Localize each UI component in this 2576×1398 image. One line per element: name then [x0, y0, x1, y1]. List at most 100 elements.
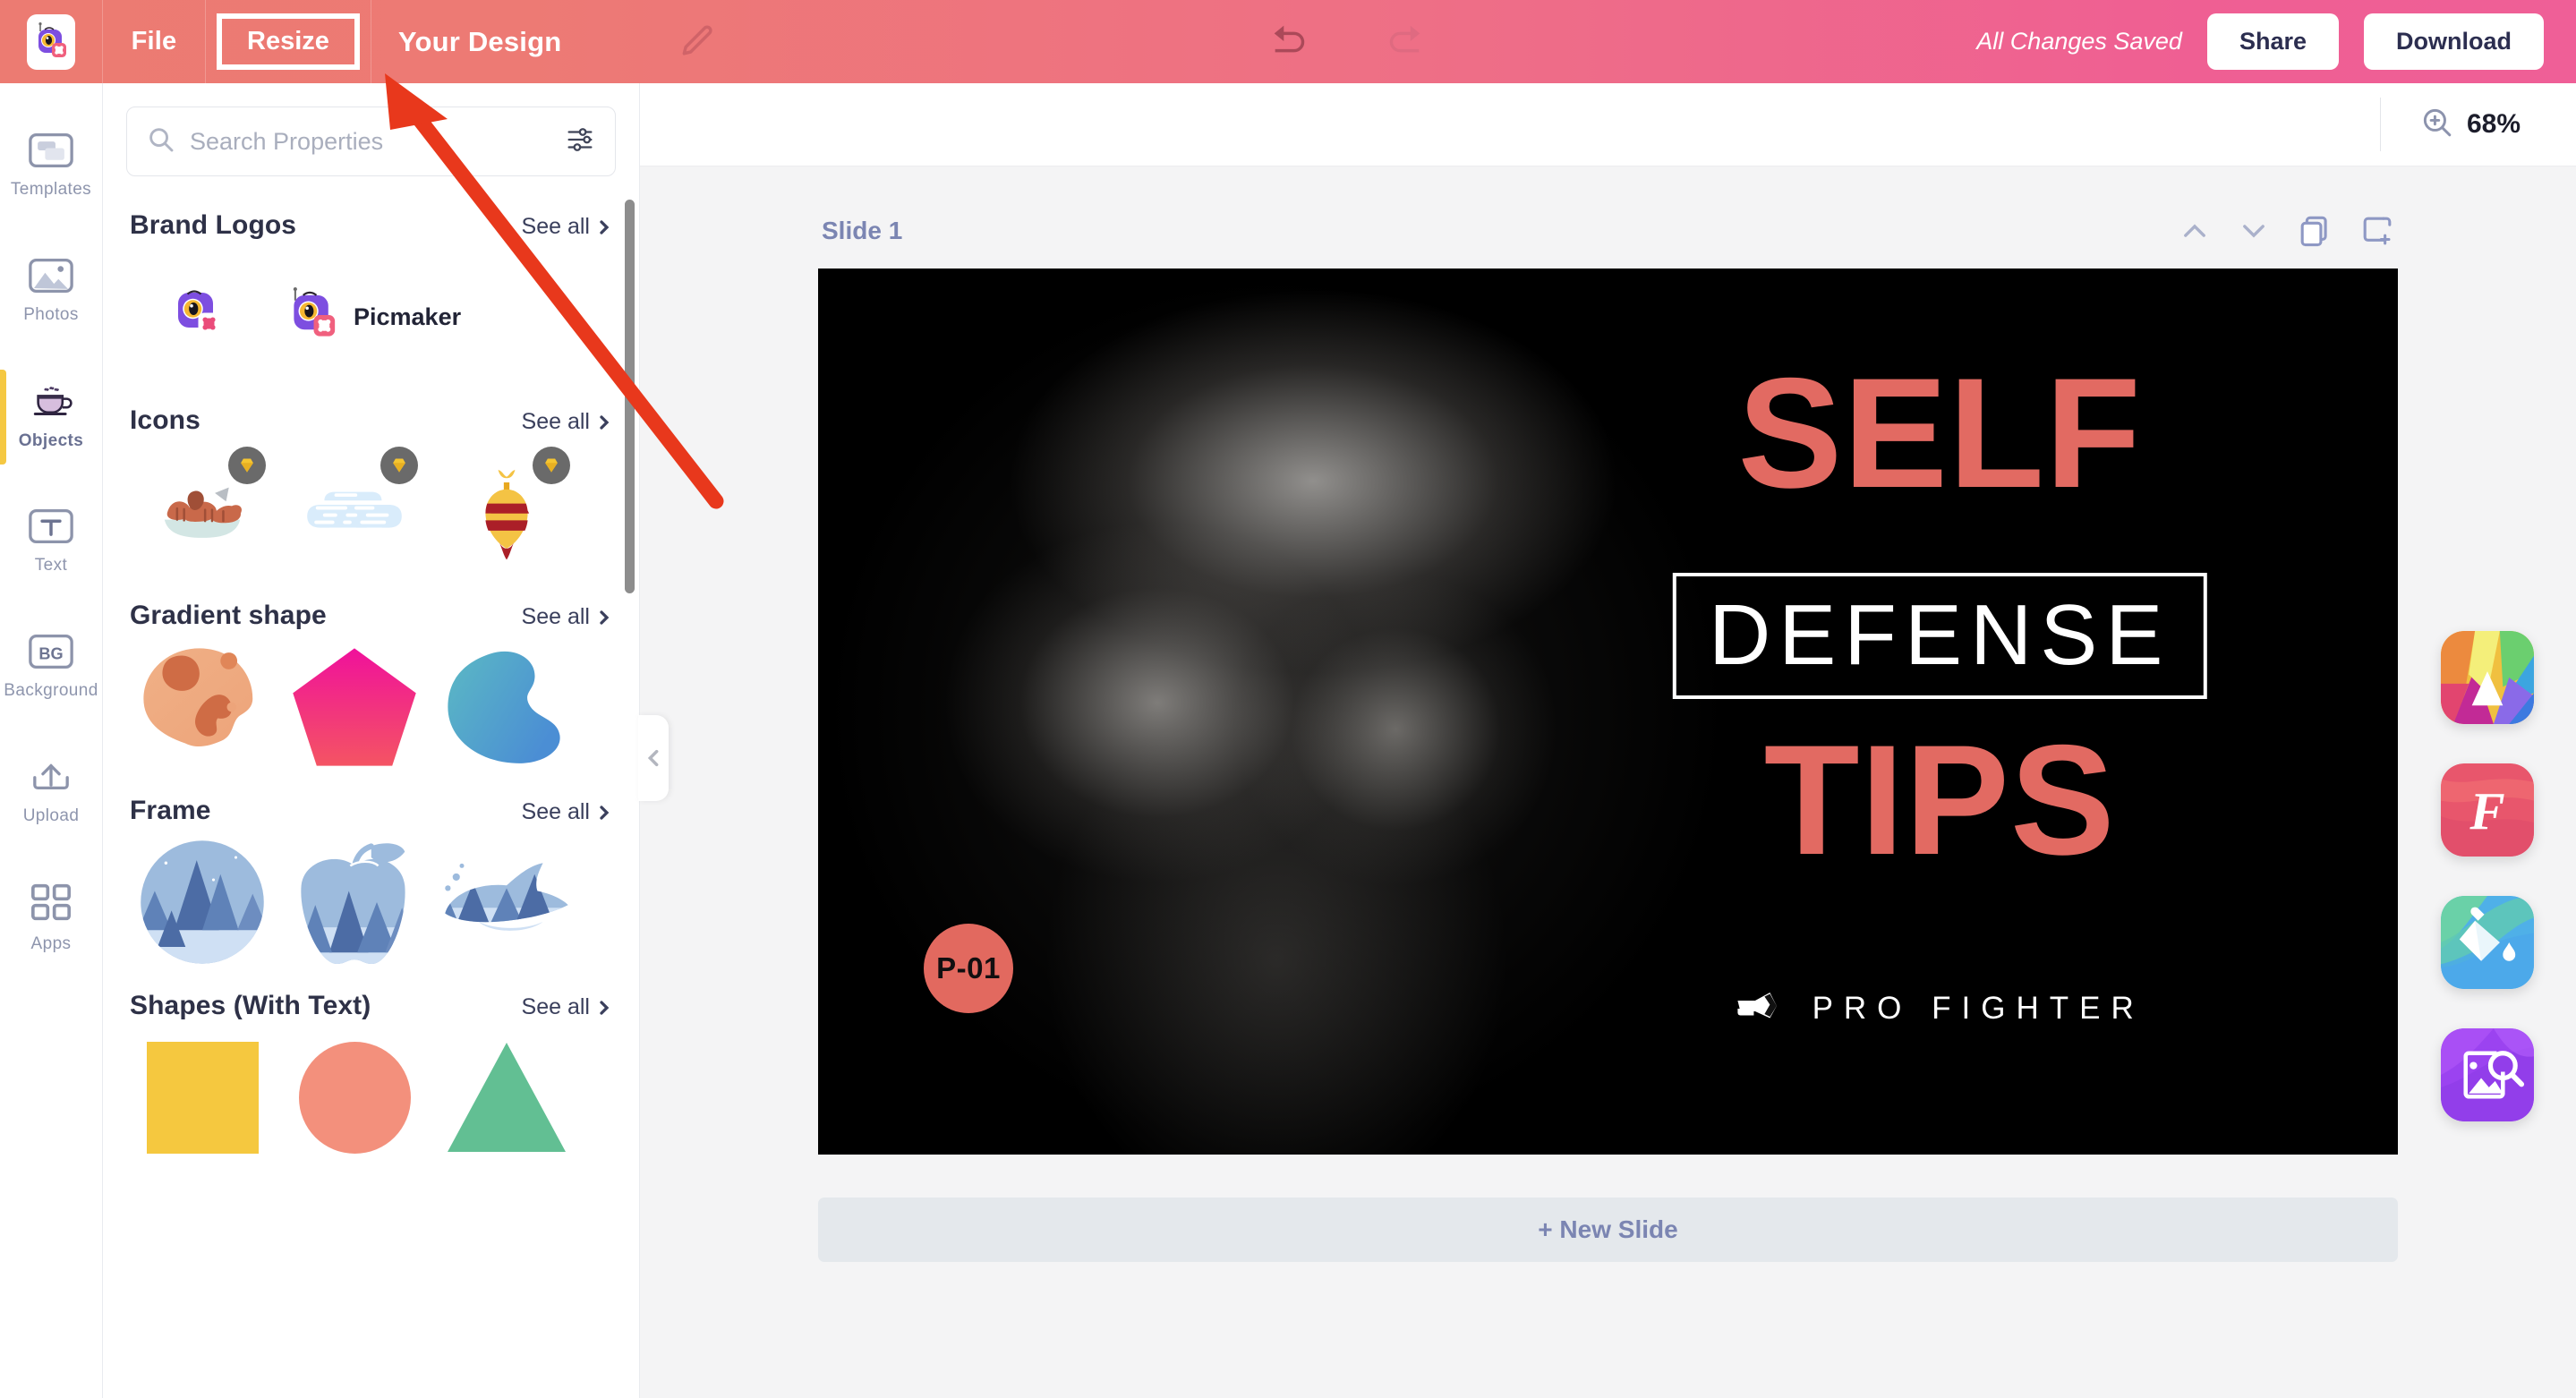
picmaker-editor: File Resize Your Design All Changes Save…: [0, 0, 2576, 1398]
slide-tools: [2179, 214, 2394, 248]
fist-icon: [1736, 987, 1789, 1029]
filter-sliders-icon[interactable]: [565, 124, 595, 159]
gradient-shape-item-pentagon[interactable]: [278, 640, 431, 774]
zoom-control[interactable]: 68%: [2379, 98, 2521, 151]
image-search-icon: [2441, 1028, 2534, 1121]
file-menu-button[interactable]: File: [103, 0, 206, 83]
sidebar-item-objects[interactable]: Objects: [0, 359, 103, 475]
panel-scroll-area[interactable]: Brand Logos See all Picmaker Icons See a…: [103, 189, 639, 1398]
see-all-gradient-shape[interactable]: See all: [522, 604, 612, 630]
frame-item-apple[interactable]: [278, 835, 431, 969]
search-input[interactable]: [190, 127, 550, 156]
new-slide-button[interactable]: + New Slide: [818, 1198, 2398, 1262]
app-body: Templates Photos Objects Text BG Backgro…: [0, 83, 2576, 1398]
chevron-down-icon: [2243, 225, 2265, 238]
new-slide-label: + New Slide: [1538, 1215, 1678, 1243]
triangle-shape: [448, 1043, 566, 1152]
see-all-label: See all: [521, 409, 590, 434]
add-slide-button[interactable]: [2360, 214, 2394, 248]
section-brand-logos: Brand Logos See all Picmaker: [103, 189, 639, 384]
gradient-shape-item-blob-orange[interactable]: [126, 640, 278, 774]
headline-line2-box[interactable]: DEFENSE: [1672, 573, 2207, 699]
color-fill-app-button[interactable]: [2441, 896, 2534, 989]
apps-grid-icon: [30, 882, 73, 926]
frame-item-whale[interactable]: [431, 835, 583, 969]
image-search-app-button[interactable]: [2441, 1028, 2534, 1121]
font-f-icon: F: [2441, 763, 2534, 857]
zoom-value: 68%: [2466, 109, 2521, 139]
undo-button[interactable]: [1267, 18, 1315, 66]
brand-logo-item[interactable]: [126, 250, 278, 384]
picmaker-logo-icon: [287, 286, 343, 349]
chevron-right-icon: [600, 1000, 610, 1015]
see-all-label: See all: [521, 604, 590, 629]
upload-icon: [29, 760, 73, 798]
see-all-brand-logos[interactable]: See all: [522, 214, 612, 240]
section-header: Frame See all: [126, 774, 616, 835]
see-all-frame[interactable]: See all: [522, 799, 612, 825]
paint-bucket-icon: [2441, 896, 2534, 989]
see-all-icons[interactable]: See all: [522, 409, 612, 435]
photos-icon: [29, 259, 73, 297]
panel-scrollbar[interactable]: [625, 200, 635, 593]
duplicate-slide-button[interactable]: [2298, 214, 2332, 248]
sidebar-item-photos[interactable]: Photos: [0, 234, 103, 350]
frame-item-circle[interactable]: [126, 835, 278, 969]
move-slide-down-button[interactable]: [2239, 216, 2269, 246]
brand-line-group[interactable]: PRO FIGHTER: [1736, 987, 2145, 1029]
section-title: Frame: [130, 796, 211, 825]
canvas-stage: 68% Slide 1 P-01 SELF DEFENSE TIPS PRO F…: [640, 83, 2576, 1398]
sidebar-item-templates[interactable]: Templates: [0, 108, 103, 225]
magic-palette-app-button[interactable]: [2441, 631, 2534, 724]
brand-logo-list: Picmaker: [126, 250, 616, 384]
pro-badge: [380, 447, 418, 484]
icon-item-shrimp-dish[interactable]: [126, 445, 278, 579]
badge-p01[interactable]: P-01: [924, 924, 1013, 1013]
move-slide-up-button[interactable]: [2179, 216, 2210, 246]
slide-canvas[interactable]: P-01 SELF DEFENSE TIPS PRO FIGHTER: [818, 269, 2398, 1155]
app-logo[interactable]: [0, 0, 103, 83]
rainbow-mountain-icon: [2441, 631, 2534, 724]
headline-line3[interactable]: TIPS: [1764, 722, 2116, 878]
download-button[interactable]: Download: [2364, 13, 2544, 70]
square-shape: [146, 1041, 259, 1154]
brand-logo-item[interactable]: Picmaker: [278, 250, 583, 384]
sidebar-item-background[interactable]: BG Background: [0, 609, 103, 726]
gradient-shape-item-blob-blue[interactable]: [431, 640, 583, 774]
search-box[interactable]: [126, 107, 616, 176]
icon-item-clouds[interactable]: [278, 445, 431, 579]
resize-button[interactable]: Resize: [217, 13, 360, 71]
section-title: Gradient shape: [130, 601, 327, 630]
save-status: All Changes Saved: [1976, 28, 2182, 55]
history-controls: [717, 18, 1976, 66]
stage-toolbar: 68%: [640, 83, 2576, 166]
headline-line1[interactable]: SELF: [1738, 355, 2142, 511]
see-all-label: See all: [521, 994, 590, 1019]
section-title: Brand Logos: [130, 210, 297, 240]
shape-item-circle[interactable]: [278, 1030, 431, 1164]
see-all-shapes-with-text[interactable]: See all: [522, 994, 612, 1020]
shape-item-triangle[interactable]: [431, 1030, 583, 1164]
sidebar-item-text[interactable]: Text: [0, 484, 103, 601]
redo-button[interactable]: [1379, 18, 1428, 66]
sidebar-item-apps[interactable]: Apps: [0, 860, 103, 976]
fonts-app-button[interactable]: F: [2441, 763, 2534, 857]
collapse-panel-button[interactable]: [638, 715, 669, 801]
icon-item-ornament[interactable]: [431, 445, 583, 579]
sidebar-item-label: Photos: [23, 305, 79, 324]
rename-design-pencil-icon[interactable]: [678, 22, 717, 62]
chevron-left-icon: [647, 749, 659, 767]
slide-header: Slide 1: [818, 193, 2398, 269]
brand-line-text: PRO FIGHTER: [1812, 990, 2145, 1026]
sidebar-item-upload[interactable]: Upload: [0, 735, 103, 851]
brand-logo-label: Picmaker: [354, 303, 462, 330]
chevron-up-icon: [2184, 224, 2205, 237]
chevron-right-icon: [600, 219, 610, 234]
design-title[interactable]: Your Design: [371, 0, 588, 83]
slide-label: Slide 1: [822, 217, 903, 244]
shape-item-square[interactable]: [126, 1030, 278, 1164]
share-button[interactable]: Share: [2206, 13, 2339, 70]
section-frame: Frame See all: [103, 774, 639, 969]
resize-button-wrap: Resize: [206, 0, 371, 83]
sidebar-item-label: Background: [4, 681, 98, 700]
